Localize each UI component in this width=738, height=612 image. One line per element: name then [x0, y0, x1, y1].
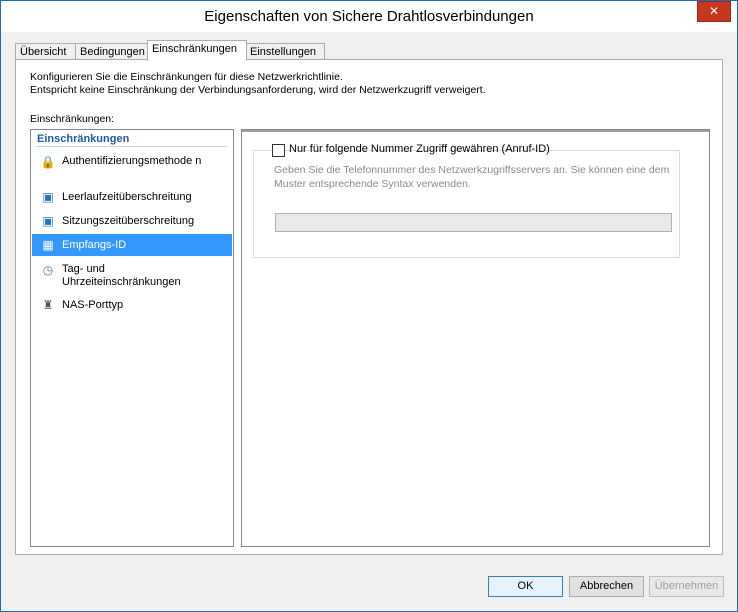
properties-dialog: Eigenschaften von Sichere Drahtlosverbin…	[0, 0, 738, 612]
description-line-1: Konfigurieren Sie die Einschränkungen fü…	[30, 71, 343, 83]
tab-uebersicht[interactable]: Übersicht	[15, 43, 77, 60]
clock-icon: ◷	[42, 263, 54, 277]
list-item-authentication[interactable]: 🔒 Authentifizierungsmethode n	[32, 152, 232, 182]
list-item-label: Tag- und Uhrzeiteinschränkungen	[62, 263, 181, 288]
session-timeout-icon: ▣	[42, 214, 54, 228]
list-item-day-time[interactable]: ◷ Tag- und Uhrzeiteinschränkungen	[32, 260, 232, 290]
restrictions-list[interactable]: Einschränkungen 🔒 Authentifizierungsmeth…	[30, 129, 234, 547]
called-id-checkbox-label[interactable]: Nur für folgende Nummer Zugriff gewähren…	[289, 143, 550, 155]
list-item-label: Leerlaufzeitüberschreitung	[62, 191, 192, 203]
window-title: Eigenschaften von Sichere Drahtlosverbin…	[204, 8, 534, 25]
called-id-checkbox[interactable]	[272, 144, 285, 157]
idle-timeout-icon: ▣	[42, 190, 54, 204]
tab-bedingungen[interactable]: Bedingungen	[75, 43, 153, 60]
restrictions-label: Einschränkungen:	[30, 113, 115, 125]
list-item-session-timeout[interactable]: ▣ Sitzungszeitüberschreitung	[32, 211, 232, 231]
lock-icon: 🔒	[40, 155, 56, 169]
called-id-icon: ▦	[42, 238, 54, 252]
restriction-detail-pane: Nur für folgende Nummer Zugriff gewähren…	[241, 129, 710, 547]
nas-port-icon: ♜	[42, 298, 54, 312]
description-line-2: Entspricht keine Einschränkung der Verbi…	[30, 84, 486, 96]
list-item-called-id[interactable]: ▦ Empfangs-ID	[32, 234, 232, 256]
list-item-label: Sitzungszeitüberschreitung	[62, 215, 195, 227]
description: Konfigurieren Sie die Einschränkungen fü…	[30, 71, 486, 97]
close-button[interactable]: ✕	[697, 1, 731, 22]
close-icon: ✕	[708, 4, 720, 18]
pane-top-border	[242, 130, 709, 132]
cancel-button[interactable]: Abbrechen	[569, 576, 644, 597]
called-id-groupbox: Nur für folgende Nummer Zugriff gewähren…	[253, 143, 680, 258]
title-bar: Eigenschaften von Sichere Drahtlosverbin…	[1, 1, 737, 32]
list-item-idle-timeout[interactable]: ▣ Leerlaufzeitüberschreitung	[32, 187, 232, 207]
apply-button[interactable]: Übernehmen	[649, 576, 724, 597]
list-item-label: Authentifizierungsmethode n	[62, 155, 202, 167]
called-id-checkbox-row[interactable]: Nur für folgende Nummer Zugriff gewähren…	[272, 143, 550, 157]
list-item-label: NAS-Porttyp	[62, 299, 124, 311]
called-id-phone-input[interactable]	[275, 213, 672, 232]
list-item-label: Empfangs-ID	[62, 239, 127, 251]
ok-button[interactable]: OK	[488, 576, 563, 597]
tab-panel: Konfigurieren Sie die Einschränkungen fü…	[15, 59, 723, 555]
list-header: Einschränkungen	[37, 133, 227, 147]
tab-einstellungen[interactable]: Einstellungen	[245, 43, 325, 60]
called-id-hint: Geben Sie die Telefonnummer des Netzwerk…	[274, 164, 670, 190]
tab-einschraenkungen[interactable]: Einschränkungen	[147, 40, 247, 61]
list-item-nas-port[interactable]: ♜ NAS-Porttyp	[32, 295, 232, 315]
